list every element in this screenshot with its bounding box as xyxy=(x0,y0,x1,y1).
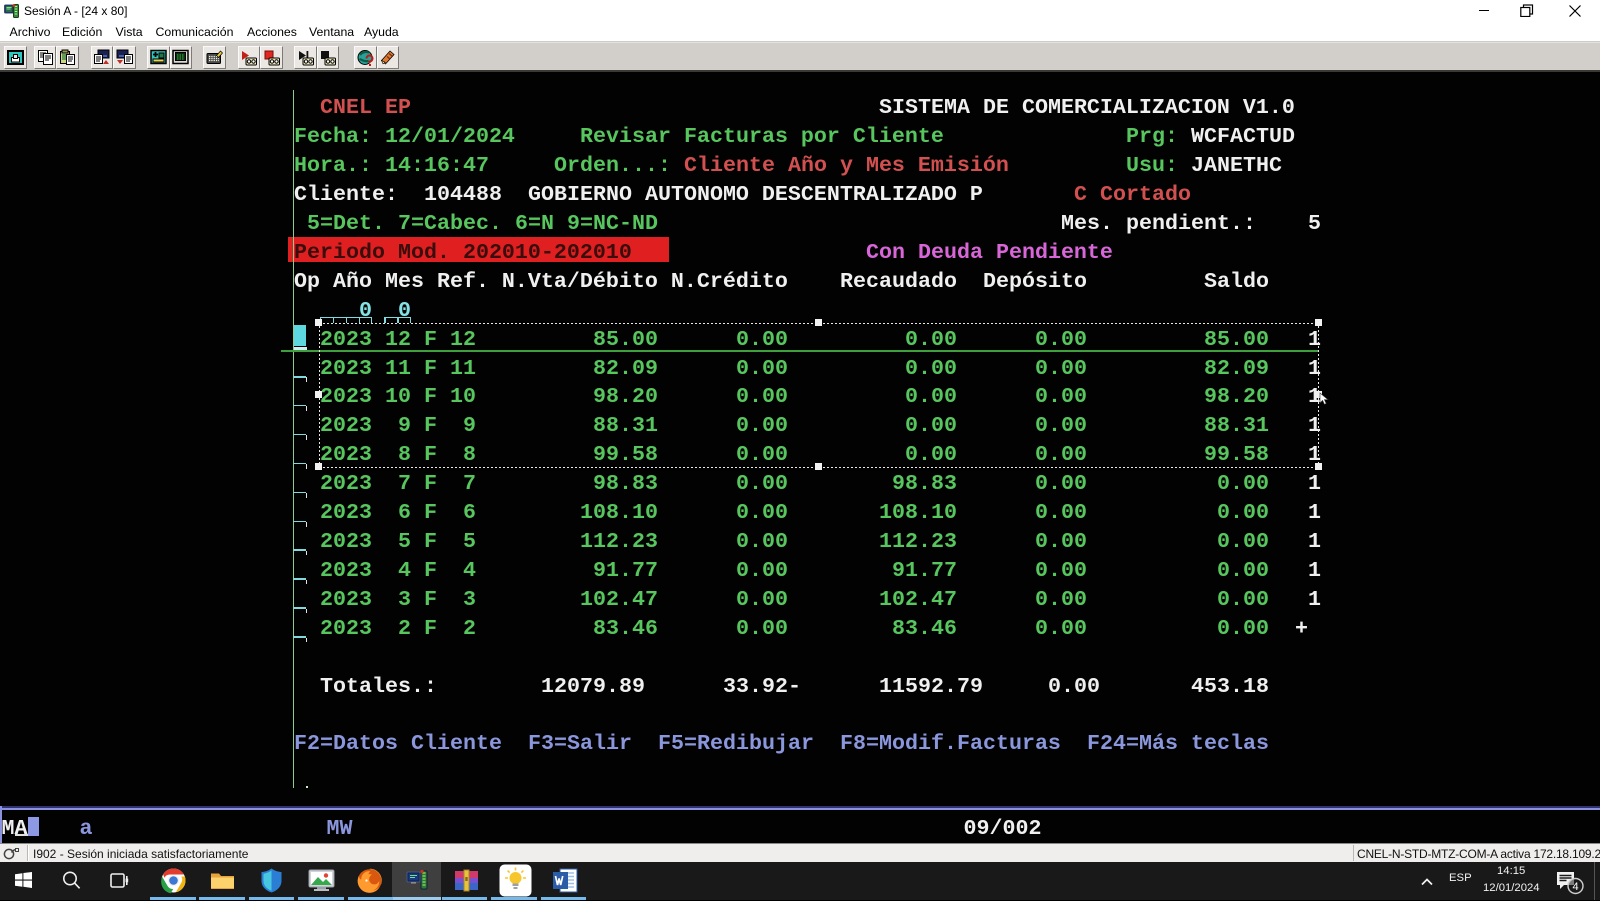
svg-text:4: 4 xyxy=(1572,881,1578,893)
